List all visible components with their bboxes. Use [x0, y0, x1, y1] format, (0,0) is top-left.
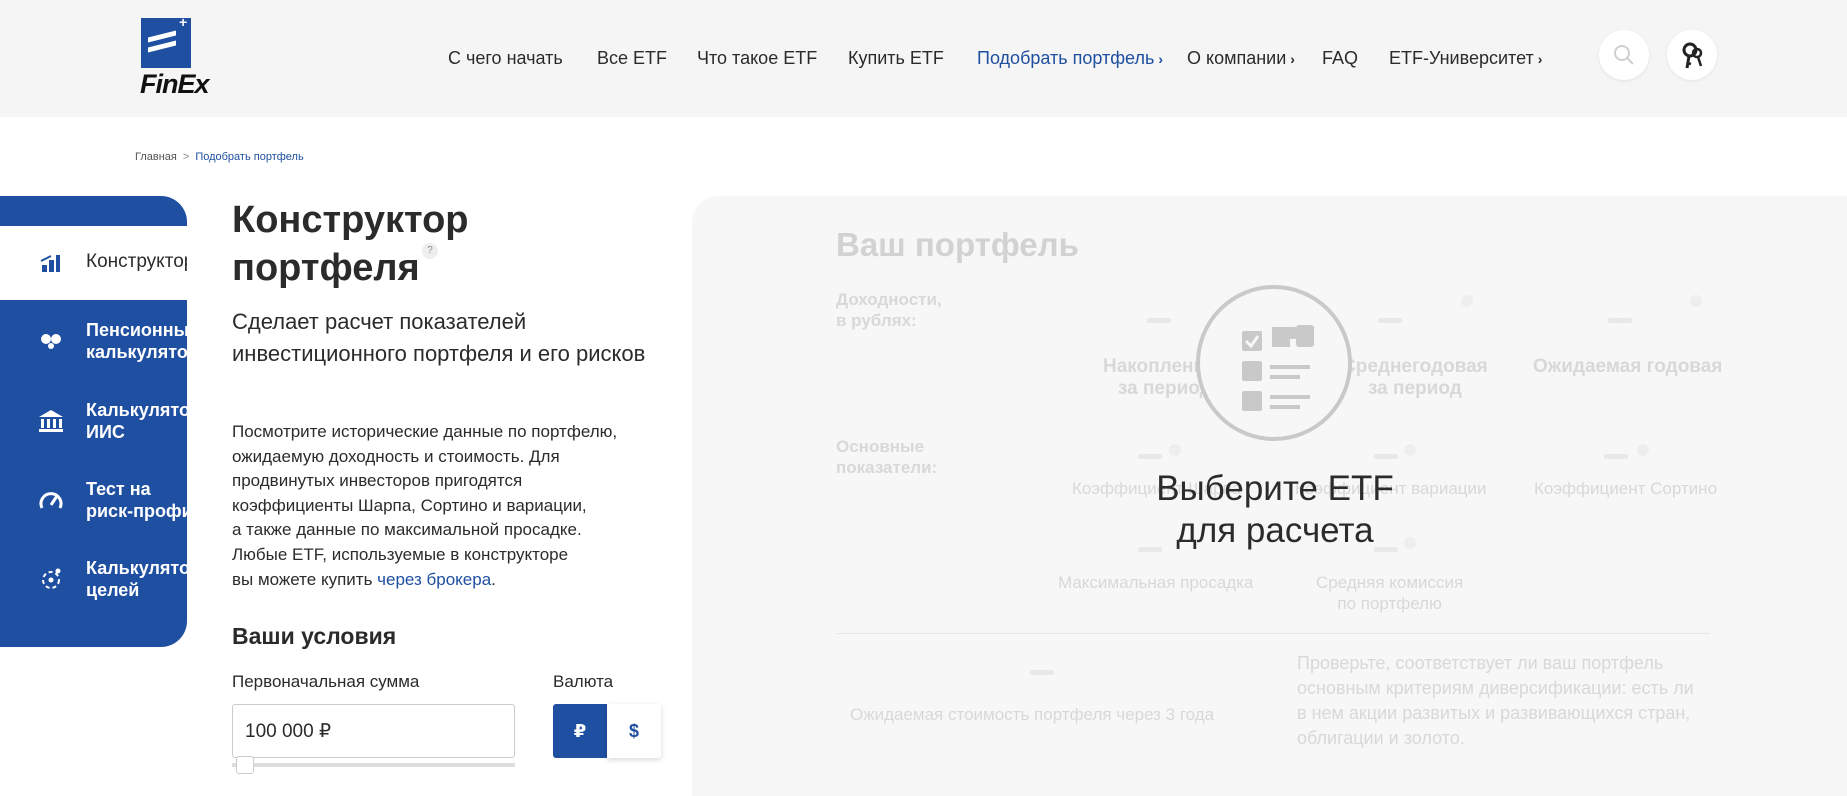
sidebar-item-label: Калькулятор целей — [86, 558, 187, 600]
nav-item-choose-portfolio[interactable]: Подобрать портфель › — [977, 48, 1163, 69]
tools-sidebar: Конструктор Пенсионный калькулятор Кальк… — [0, 196, 187, 647]
expected-value-label: Ожидаемая стоимость портфеля через 3 год… — [850, 705, 1215, 724]
pension-icon — [36, 326, 66, 356]
keys-icon — [1682, 42, 1703, 69]
sidebar-item-iis[interactable]: Калькулятор ИИС — [0, 386, 187, 456]
nav-item-faq[interactable]: FAQ — [1322, 48, 1358, 69]
site-header: + FinEx С чего начать Все ETF Что такое … — [0, 0, 1847, 117]
empty-state-message: Выберите ETF для расчета — [1156, 469, 1394, 550]
nav-item-what-is-etf[interactable]: Что такое ETF — [697, 48, 817, 69]
amount-slider-track[interactable] — [232, 763, 515, 767]
breadcrumb-current[interactable]: Подобрать портфель — [195, 151, 303, 163]
nav-item-buy-etf[interactable]: Купить ETF — [848, 48, 944, 69]
nav-item-about[interactable]: О компании › — [1187, 48, 1295, 69]
sidebar-item-label: Калькулятор ИИС — [86, 400, 187, 442]
sidebar-item-label: Тест на риск-профиль — [86, 479, 187, 521]
breadcrumb-home[interactable]: Главная — [135, 151, 177, 163]
bank-icon — [36, 406, 66, 436]
page-subtitle: Сделает расчет показателей инвестиционно… — [232, 309, 646, 366]
sidebar-item-label: Пенсионный калькулятор — [86, 320, 187, 362]
nav-item-getting-started[interactable]: С чего начать — [448, 48, 563, 69]
constructor-icon — [36, 248, 66, 278]
currency-usd-button[interactable]: $ — [607, 704, 661, 758]
sidebar-item-constructor[interactable]: Конструктор — [0, 226, 187, 300]
currency-rub-button[interactable]: ₽ — [553, 704, 607, 758]
returns-expected: Ожидаемая годовая — [1533, 356, 1723, 377]
breadcrumb: Главная > Подобрать портфель — [135, 151, 304, 163]
initial-amount-label: Первоначальная сумма — [232, 672, 420, 691]
chevron-right-icon: › — [1537, 51, 1543, 67]
sidebar-item-label: Конструктор — [86, 251, 187, 272]
chevron-right-icon: › — [1290, 51, 1295, 67]
broker-link[interactable]: через брокера — [377, 570, 491, 589]
panel-divider — [836, 633, 1710, 634]
page-description: Посмотрите исторические данные по портфе… — [232, 422, 618, 589]
nav-item-etf-university[interactable]: ETF-Университет › — [1389, 48, 1542, 69]
help-icon[interactable]: ? — [422, 243, 438, 259]
returns-average: Среднегодовая за период — [1342, 356, 1488, 399]
checklist-icon — [1196, 285, 1352, 441]
page-title: Конструктор портфеля ? — [232, 199, 469, 289]
breadcrumb-separator: > — [182, 151, 190, 163]
sidebar-item-goals[interactable]: Калькулятор целей — [0, 544, 187, 614]
metrics-label: Основные показатели: — [836, 437, 938, 477]
metric-sortino: Коэффициент Сортино — [1534, 479, 1718, 498]
logo-mark: + — [141, 14, 191, 68]
metric-drawdown: Максимальная просадка — [1058, 573, 1254, 592]
amount-slider-handle[interactable] — [236, 756, 254, 774]
metric-fee: Средняя комиссия по портфелю — [1316, 573, 1464, 613]
gauge-icon — [36, 485, 66, 515]
finex-logo[interactable]: + FinEx — [140, 14, 210, 99]
initial-amount-input[interactable]: 100 000 ₽ — [232, 704, 515, 758]
portfolio-title: Ваш портфель — [836, 226, 1079, 263]
sidebar-item-risk-test[interactable]: Тест на риск-профиль — [0, 465, 187, 535]
returns-label: Доходности, в рублях: — [836, 290, 942, 330]
logo-text: FinEx — [140, 69, 210, 99]
diversification-text: Проверьте, соответствует ли ваш портфель… — [1297, 653, 1694, 748]
nav-item-all-etf[interactable]: Все ETF — [597, 48, 667, 69]
search-button[interactable] — [1599, 30, 1649, 80]
search-icon — [1614, 45, 1634, 65]
goals-icon — [36, 564, 66, 594]
login-button[interactable] — [1667, 30, 1717, 80]
currency-label: Валюта — [553, 672, 614, 691]
chevron-right-icon: › — [1158, 51, 1164, 67]
conditions-title: Ваши условия — [232, 623, 397, 649]
sidebar-item-pension[interactable]: Пенсионный калькулятор — [0, 306, 187, 376]
